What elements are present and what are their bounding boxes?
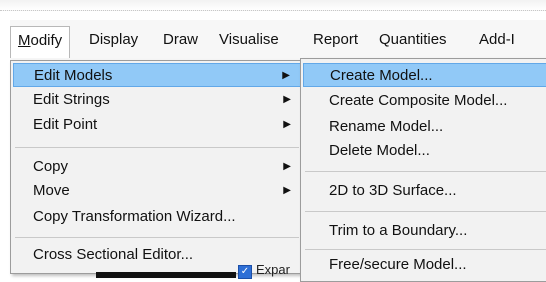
menu-item-rename-model[interactable]: Rename Model... (303, 115, 546, 139)
menu-modify[interactable]: Modify (10, 26, 71, 58)
menu-separator (15, 147, 299, 148)
menu-item-copy[interactable]: Copy ▶ (13, 155, 301, 179)
background-panel (96, 272, 236, 278)
menu-bar: Modify Display Draw Visualise Report Qua… (10, 20, 546, 60)
submenu-arrow-icon: ▶ (283, 94, 291, 105)
menu-report[interactable]: Report (306, 26, 365, 54)
modify-dropdown: Edit Models ▶ Edit Strings ▶ Edit Point ▶ C… (10, 60, 304, 274)
checkbox-label: Expar (256, 262, 290, 277)
menu-item-free-secure-model[interactable]: Free/secure Model... (303, 253, 546, 277)
menu-item-copy-transformation-wizard[interactable]: Copy Transformation Wizard... (13, 205, 301, 229)
submenu-arrow-icon: ▶ (283, 119, 291, 130)
checkbox-checked-icon[interactable]: ✓ (238, 265, 252, 279)
menu-item-delete-model[interactable]: Delete Model... (303, 139, 546, 163)
menu-item-create-model[interactable]: Create Model... (303, 63, 546, 87)
edit-models-submenu: Create Model... Create Composite Model..… (300, 58, 546, 282)
menu-visualise[interactable]: Visualise (212, 26, 286, 54)
menu-add-ins[interactable]: Add-I (472, 26, 522, 54)
menu-item-edit-strings[interactable]: Edit Strings ▶ (13, 88, 301, 112)
menu-item-trim-to-boundary[interactable]: Trim to a Boundary... (303, 219, 546, 243)
menu-item-move[interactable]: Move ▶ (13, 179, 301, 203)
menu-item-edit-models[interactable]: Edit Models ▶ (13, 63, 301, 87)
menu-separator (305, 171, 546, 172)
menu-display[interactable]: Display (82, 26, 145, 54)
submenu-arrow-icon: ▶ (282, 70, 290, 81)
menu-item-2d-to-3d-surface[interactable]: 2D to 3D Surface... (303, 179, 546, 203)
submenu-arrow-icon: ▶ (283, 161, 291, 172)
menu-quantities[interactable]: Quantities (372, 26, 454, 54)
menu-draw[interactable]: Draw (156, 26, 205, 54)
menu-item-edit-point[interactable]: Edit Point ▶ (13, 113, 301, 137)
window-top-edge (0, 0, 546, 11)
submenu-arrow-icon: ▶ (283, 185, 291, 196)
menu-separator (15, 237, 299, 238)
menu-item-create-composite-model[interactable]: Create Composite Model... (303, 89, 546, 113)
menu-separator (305, 249, 546, 250)
menu-separator (305, 211, 546, 212)
